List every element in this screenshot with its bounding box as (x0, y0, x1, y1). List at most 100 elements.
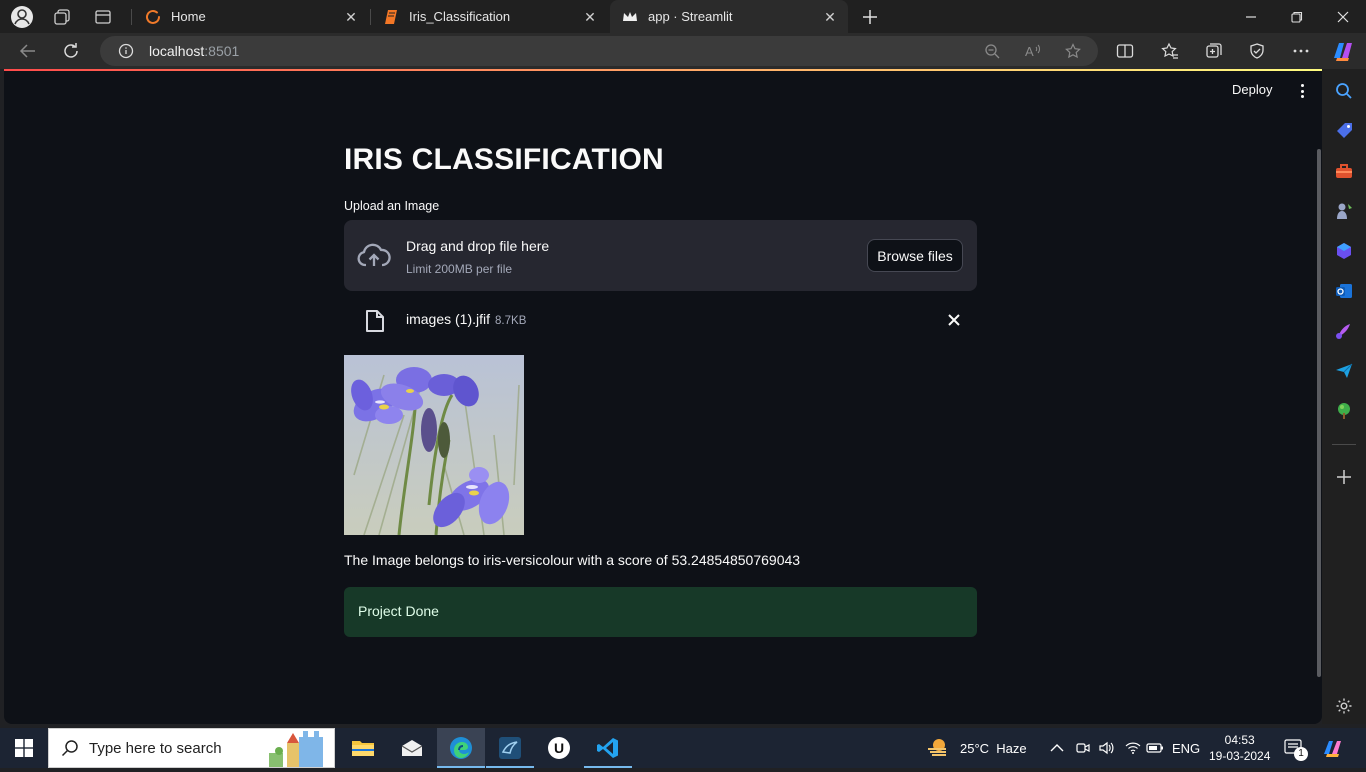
haze-weather-icon (926, 737, 950, 760)
tools-toolbox-icon[interactable] (1332, 159, 1356, 183)
collections-icon[interactable] (1200, 37, 1228, 65)
notifications-icon[interactable]: 1 (1284, 728, 1308, 768)
wifi-icon[interactable] (1125, 728, 1141, 768)
uploaded-file-name: images (1).jfif 8.7KB (406, 311, 526, 327)
copilot-icon[interactable] (1329, 37, 1357, 65)
show-hidden-icons-chevron-icon[interactable] (1050, 728, 1064, 768)
outlook-icon[interactable] (1332, 279, 1356, 303)
site-info-icon[interactable] (116, 41, 136, 61)
edge-taskbar-icon[interactable] (437, 728, 485, 768)
tab-title: Iris_Classification (409, 9, 511, 24)
close-icon[interactable]: ✕ (582, 9, 598, 25)
tab-home[interactable]: Home ✕ (133, 0, 369, 33)
search-icon (61, 739, 79, 762)
loading-spinner-icon (145, 9, 161, 25)
windows-taskbar: Type here to search U 25°C Haze ENG 04:5… (0, 728, 1366, 768)
minimize-icon[interactable] (1228, 0, 1274, 33)
file-dropzone[interactable]: Drag and drop file here Limit 200MB per … (344, 220, 977, 291)
url-text[interactable]: localhost:8501 (149, 43, 239, 59)
camera-in-use-icon[interactable] (1075, 728, 1091, 768)
tab-separator (131, 9, 132, 25)
weather-text: 25°C Haze (960, 740, 1027, 756)
file-size-text: 8.7KB (495, 315, 527, 327)
search-icon[interactable] (1332, 79, 1356, 103)
prediction-result: The Image belongs to iris-versicolour wi… (344, 552, 801, 568)
sidebar-separator (1332, 444, 1356, 445)
sidebar-settings-gear-icon[interactable] (1332, 694, 1356, 718)
page-title: IRIS CLASSIFICATION (344, 143, 664, 176)
file-name-text: images (1).jfif (406, 311, 491, 327)
url-port: :8501 (204, 43, 240, 59)
streamlit-page: Deploy IRIS CLASSIFICATION Upload an Ima… (4, 69, 1322, 724)
battery-icon[interactable] (1146, 728, 1164, 768)
designer-icon[interactable] (1332, 319, 1356, 343)
favorites-icon[interactable] (1156, 37, 1184, 65)
taskbar-search-box[interactable]: Type here to search (48, 728, 335, 768)
tab-streamlit-app[interactable]: app · Streamlit ✕ (610, 0, 848, 33)
input-language[interactable]: ENG (1172, 728, 1200, 768)
address-bar[interactable]: localhost:8501 A (100, 36, 1098, 66)
file-icon (365, 309, 385, 338)
tab-strip: Home ✕ Iris_Classification ✕ app · Strea… (0, 0, 1366, 33)
page-scrollbar[interactable] (1317, 149, 1321, 677)
drag-drop-text: Drag and drop file here (406, 238, 550, 254)
more-options-icon[interactable] (1287, 37, 1315, 65)
mysql-workbench-icon[interactable] (486, 728, 534, 768)
tab-iris-classification[interactable]: Iris_Classification ✕ (371, 0, 608, 33)
url-host: localhost (149, 43, 205, 59)
remove-file-icon[interactable] (945, 311, 963, 329)
streamlit-crown-icon (622, 9, 638, 25)
window-close-icon[interactable] (1320, 0, 1366, 33)
svg-text:U: U (554, 740, 564, 756)
workspaces-icon[interactable] (49, 4, 75, 30)
shopping-tag-icon[interactable] (1332, 119, 1356, 143)
microsoft-365-icon[interactable] (1332, 239, 1356, 263)
add-sidebar-app-icon[interactable] (1332, 465, 1356, 489)
weather-widget[interactable]: 25°C Haze (926, 728, 1027, 768)
split-screen-icon[interactable] (1111, 37, 1139, 65)
vscode-icon[interactable] (584, 728, 632, 768)
read-aloud-icon[interactable]: A (1023, 41, 1043, 61)
u-app-icon[interactable]: U (535, 728, 583, 768)
vertical-tabs-icon[interactable] (90, 4, 116, 30)
svg-text:A: A (1025, 44, 1034, 59)
tab-title: app · Streamlit (648, 9, 733, 24)
restore-icon[interactable] (1274, 0, 1320, 33)
profile-icon[interactable] (9, 4, 35, 30)
tree-app-icon[interactable] (1332, 399, 1356, 423)
mail-icon[interactable] (388, 728, 436, 768)
notification-badge: 1 (1294, 747, 1308, 761)
new-tab-icon[interactable] (857, 4, 883, 30)
notebook-icon (383, 9, 399, 25)
clock[interactable]: 04:53 19-03-2024 (1209, 728, 1270, 768)
zoom-out-icon[interactable] (982, 41, 1002, 61)
volume-speaker-icon[interactable] (1098, 728, 1114, 768)
games-chess-icon[interactable] (1332, 199, 1356, 223)
uploader-label: Upload an Image (344, 199, 440, 213)
deploy-button[interactable]: Deploy (1232, 82, 1272, 97)
tab-title: Home (171, 9, 206, 24)
close-icon[interactable]: ✕ (343, 9, 359, 25)
refresh-icon[interactable] (57, 37, 85, 65)
close-icon[interactable]: ✕ (822, 9, 838, 25)
cloud-upload-icon (357, 242, 391, 273)
edge-sidebar (1322, 69, 1366, 724)
favorite-star-icon[interactable] (1063, 41, 1083, 61)
header-decoration (4, 69, 1322, 71)
browser-essentials-icon[interactable] (1244, 37, 1272, 65)
search-placeholder: Type here to search (89, 740, 222, 757)
copilot-taskbar-icon[interactable] (1322, 728, 1344, 768)
browser-toolbar: localhost:8501 A (0, 33, 1366, 69)
success-alert: Project Done (344, 587, 977, 637)
file-explorer-icon[interactable] (339, 728, 387, 768)
clock-time: 04:53 (1224, 733, 1255, 747)
clock-date: 19-03-2024 (1209, 749, 1271, 763)
browse-files-button[interactable]: Browse files (867, 239, 963, 272)
search-highlight-illustration-icon (259, 729, 334, 772)
windows-start-icon[interactable] (0, 728, 48, 768)
success-text: Project Done (358, 603, 439, 619)
back-arrow-icon[interactable] (14, 37, 42, 65)
main-menu-icon[interactable] (1294, 83, 1310, 99)
drop-send-icon[interactable] (1332, 359, 1356, 383)
upload-limit-text: Limit 200MB per file (406, 262, 513, 276)
